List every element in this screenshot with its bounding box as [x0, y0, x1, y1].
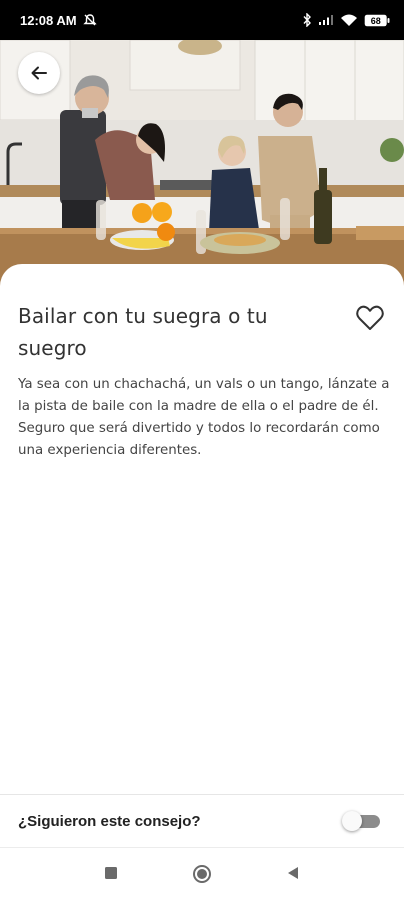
mute-notifications-icon — [82, 13, 97, 27]
status-time: 12:08 AM — [20, 12, 77, 28]
recent-apps-button[interactable] — [104, 866, 118, 880]
feedback-question: ¿Siguieron este consejo? — [18, 812, 201, 830]
hero-image — [0, 40, 404, 292]
system-nav-bar — [0, 848, 404, 900]
arrow-left-icon — [31, 66, 47, 80]
tip-title: Bailar con tu suegra o tu suegro — [18, 304, 268, 360]
recent-apps-icon — [105, 867, 117, 879]
favorite-button[interactable] — [354, 302, 386, 334]
back-nav-button[interactable] — [286, 866, 300, 880]
heart-outline-icon — [356, 305, 384, 330]
back-button[interactable] — [18, 52, 60, 94]
bluetooth-icon — [302, 13, 312, 27]
back-icon — [288, 867, 298, 879]
battery-level: 68 — [371, 16, 381, 26]
toggle-thumb — [342, 811, 362, 831]
followed-tip-toggle[interactable] — [342, 811, 380, 831]
home-icon — [193, 865, 211, 883]
signal-icon — [318, 14, 334, 26]
tip-card: Bailar con tu suegra o tu suegro Ya sea … — [0, 264, 404, 794]
status-bar: 12:08 AM 68 — [0, 0, 404, 40]
feedback-row: ¿Siguieron este consejo? — [0, 795, 404, 847]
battery-icon: 68 — [364, 14, 390, 27]
home-button[interactable] — [192, 864, 212, 884]
wifi-icon — [340, 13, 358, 27]
tip-description: Ya sea con un chachachá, un vals o un ta… — [18, 377, 390, 458]
